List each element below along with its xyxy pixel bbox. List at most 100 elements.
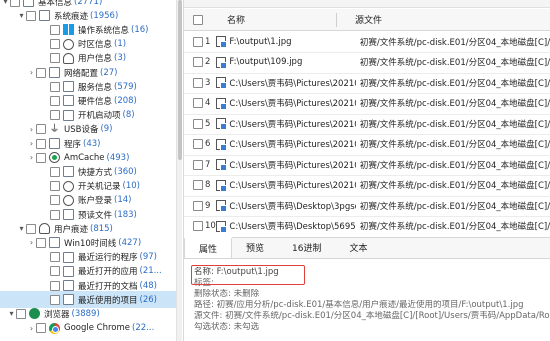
tree-item-checkbox[interactable] [50,280,60,291]
recent-items-icon [63,294,74,306]
collapse-arrow-icon[interactable]: › [27,68,36,77]
table-row[interactable]: 8 C:\Users\贾韦码\Pictures\20210... 初赛/文件系统/p… [184,175,550,197]
row-checkbox[interactable] [193,180,203,190]
tree-item-checkbox[interactable] [50,252,60,263]
row-checkbox[interactable] [193,98,203,108]
column-header-name[interactable]: 名称 [227,13,351,26]
browser-icon [29,308,40,320]
row-index: 9 [205,200,211,211]
tree-item-checkbox[interactable] [50,209,60,220]
expand-arrow-icon[interactable]: ▾ [17,11,26,20]
tree-item-checkbox[interactable] [36,152,46,163]
tree-item-checkbox[interactable] [50,294,60,305]
system-trace-icon [39,10,50,22]
row-index: 7 [205,159,211,170]
row-checkbox[interactable] [193,36,203,47]
tree-item-checkbox[interactable] [50,181,60,192]
tab-preview[interactable]: 预览 [232,237,278,258]
tab-properties[interactable]: 属性 [184,237,233,258]
tree-item-count: (48) [139,280,157,291]
file-shortcut-icon [216,97,228,110]
power-icon [63,180,74,192]
timeline-icon [49,237,60,249]
row-source: 初赛/文件系统/pc-disk.E01/分区04_本地磁盘[C]/[Root] [359,222,550,232]
collapse-arrow-icon[interactable]: › [27,324,36,333]
select-all-checkbox[interactable] [193,14,203,25]
detail-delete-status: 删除状态: 未删除 [194,289,260,299]
tree-item-count: (3) [114,53,127,64]
tree-item-checkbox[interactable] [36,67,46,78]
expand-arrow-icon[interactable]: ▾ [1,0,10,6]
tree-item-checkbox[interactable] [50,39,60,50]
tree-item-label: 网络配置 [64,68,99,79]
table-row[interactable]: 5 C:\Users\贾韦码\Pictures\20210... 初赛/文件系统/p… [184,113,550,135]
row-source: 初赛/文件系统/pc-disk.E01/分区04_本地磁盘[C]/[Root] [359,140,550,150]
table-row[interactable]: 2 F:\output\109.jpg 初赛/文件系统/pc-disk.E01/分区… [184,52,550,74]
tree-item[interactable]: › Google Chrome (22... [0,320,176,337]
row-checkbox[interactable] [193,118,203,129]
tree-item-checkbox[interactable] [50,195,60,206]
tree-item-count: (427) [118,237,142,248]
tree-item-count: (360) [114,166,137,177]
tree-item-label: 系统痕迹 [54,11,89,22]
collapse-arrow-icon[interactable]: › [27,153,36,162]
tab-text[interactable]: 文本 [335,237,381,258]
recent-programs-icon [63,251,74,263]
tree-item-checkbox[interactable] [16,308,26,319]
column-divider[interactable] [336,13,337,27]
expand-arrow-icon[interactable]: ▾ [17,224,26,233]
collapse-arrow-icon[interactable]: › [27,125,36,134]
tree-item-checkbox[interactable] [50,95,60,106]
collapse-arrow-icon[interactable]: › [27,139,36,148]
recent-apps-icon [63,265,74,277]
table-row[interactable]: 7 C:\Users\贾韦码\Pictures\20210... 初赛/文件系统/p… [184,154,550,176]
tree-item-checkbox[interactable] [26,223,36,234]
tree-scrollbar[interactable] [176,0,182,341]
file-shortcut-icon [216,77,228,89]
row-index: 6 [205,139,211,149]
collapse-arrow-icon[interactable]: › [27,238,36,247]
row-name: F:\output\109.jpg [229,57,303,67]
row-checkbox[interactable] [193,139,203,149]
row-checkbox[interactable] [193,159,203,170]
tree-item-checkbox[interactable] [50,53,60,64]
tree-item-checkbox[interactable] [50,266,60,277]
tree-item-label: 服务信息 [78,82,113,93]
tree-item-label: 程序 [64,139,82,150]
row-checkbox[interactable] [193,221,203,231]
row-checkbox[interactable] [193,77,203,88]
startup-icon [63,109,74,121]
row-checkbox[interactable] [193,200,203,211]
tree-item-checkbox[interactable] [36,138,46,149]
tree-item-checkbox[interactable] [36,237,46,248]
table-row[interactable]: 9 C:\Users\贾韦码\Desktop\3pgsc... 初赛/文件系统/pc… [184,195,550,217]
tree-item-count: (43) [83,138,101,149]
tree-item-checkbox[interactable] [50,81,60,92]
tree-item-checkbox[interactable] [36,323,46,334]
expand-arrow-icon[interactable]: ▾ [7,309,16,318]
row-checkbox[interactable] [193,57,203,67]
row-source: 初赛/文件系统/pc-disk.E01/分区04_本地磁盘[C]/[Root] [359,160,550,171]
tab-hex[interactable]: 16进制 [278,237,335,258]
column-header-source[interactable]: 源文件 [355,13,382,26]
row-name: C:\Users\贾韦码\Pictures\20210... [229,78,356,89]
tree-item-checkbox[interactable] [50,166,60,177]
table-row[interactable]: 4 C:\Users\贾韦码\Pictures\20210... 初赛/文件系统/p… [184,93,550,115]
tree-scrollbar-thumb[interactable] [178,0,182,160]
tree-item-checkbox[interactable] [26,10,36,21]
user-trace-icon [39,223,50,235]
tree-item-count: (208) [114,95,137,106]
table-row[interactable]: 3 C:\Users\贾韦码\Pictures\20210... 初赛/文件系统/p… [184,72,550,94]
tree-item-checkbox[interactable] [36,124,46,135]
file-shortcut-icon [216,179,228,192]
table-row[interactable]: 10 C:\Users\贾韦码\Desktop\56955... 初赛/文件系统/p… [184,216,550,238]
tree-item-checkbox[interactable] [10,0,20,7]
service-icon [63,81,74,93]
clock-icon [63,38,74,50]
tree-item-checkbox[interactable] [50,24,60,35]
tree-item-checkbox[interactable] [50,110,60,121]
evidence-tree[interactable]: ▾ 基本信息 (2771) ▾ 系统痕迹 (1956) 操作系统信息 (16) 时区信息 (1) 用… [0,0,176,341]
table-row[interactable]: 6 C:\Users\贾韦码\Pictures\20210... 初赛/文件系统/p… [184,134,550,156]
tree-item-label: Win10时间线 [64,238,117,249]
table-row[interactable]: 1 F:\output\1.jpg 初赛/文件系统/pc-disk.E01/分区04… [184,31,550,53]
